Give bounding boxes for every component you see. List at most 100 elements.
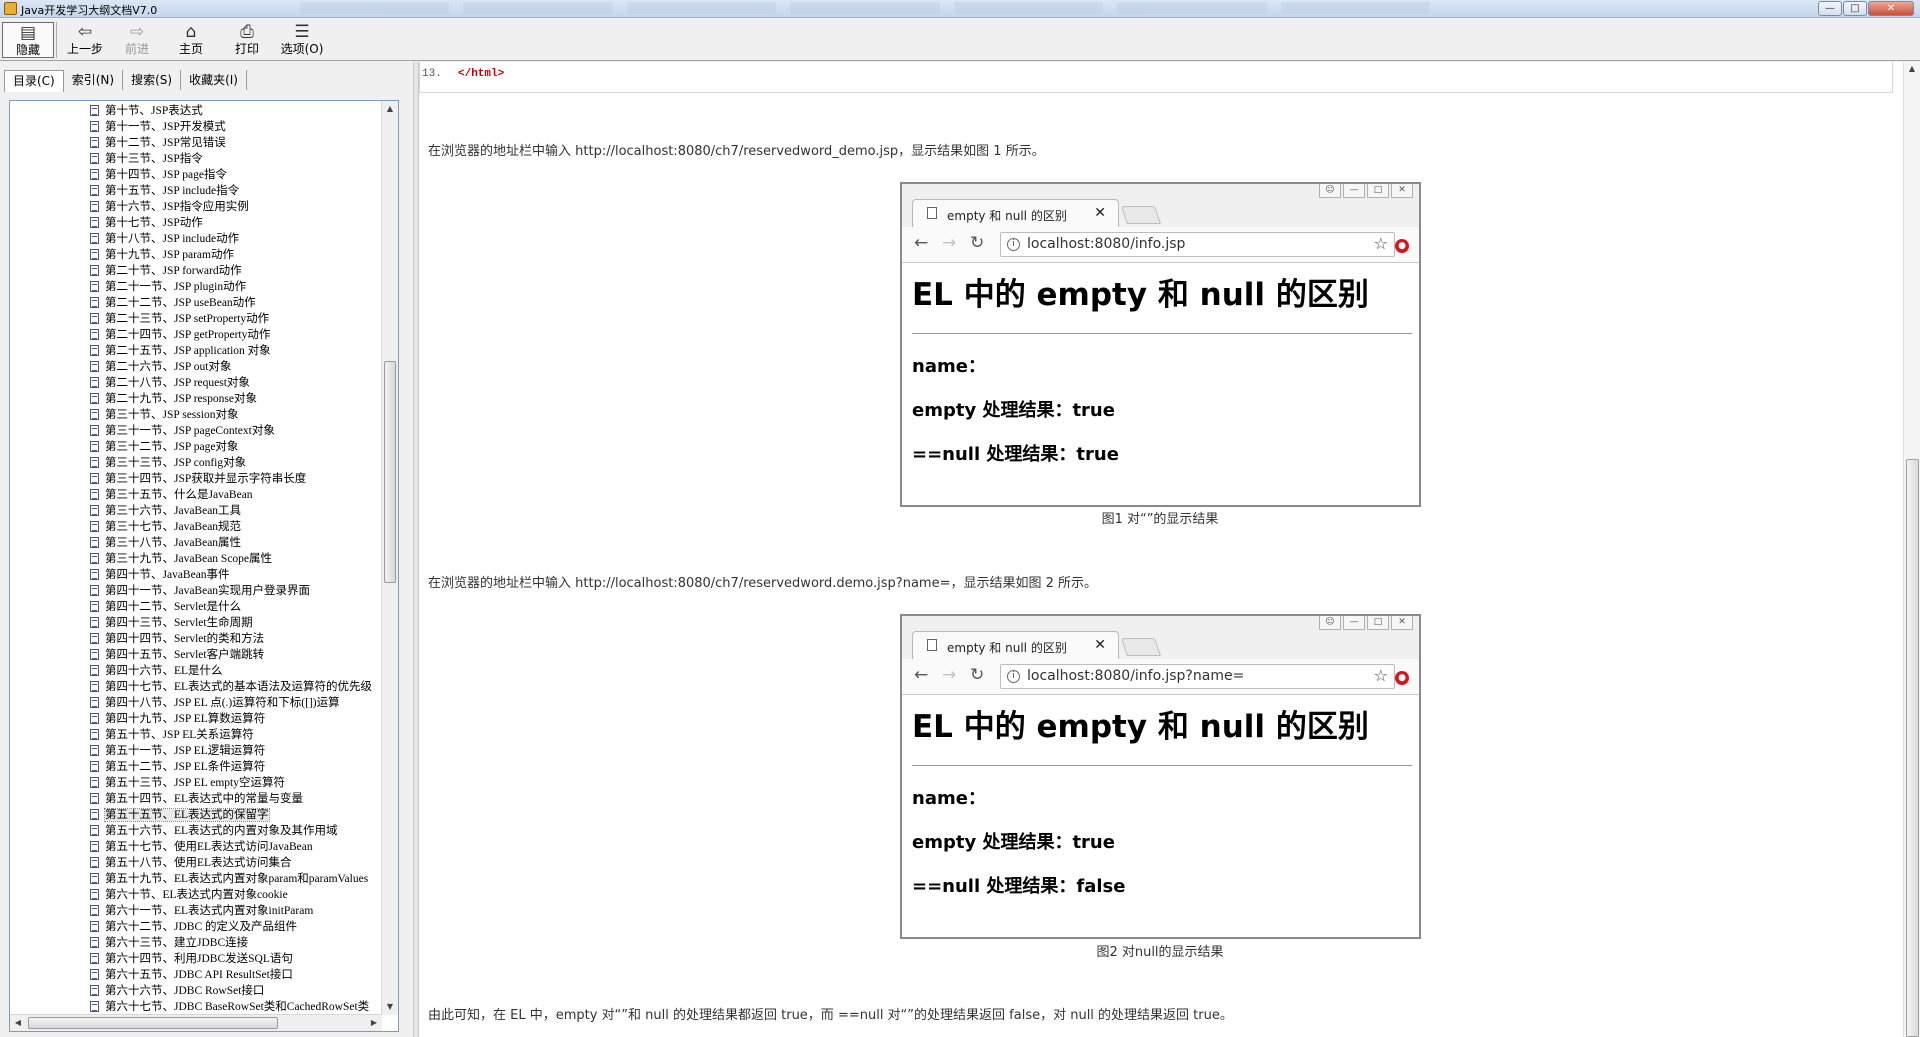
- tree-item[interactable]: 第六十七节、JDBC BaseRowSet类和CachedRowSet类: [90, 999, 390, 1015]
- tab-index[interactable]: 索引(N): [64, 70, 124, 90]
- tree-item[interactable]: 第四十六节、EL是什么: [90, 663, 390, 679]
- scroll-down-arrow-icon[interactable]: ▼: [382, 999, 398, 1015]
- browser-tab: empty 和 null 的区别 ✕: [912, 199, 1119, 227]
- tree-item-label: 第二十四节、JSP getProperty动作: [105, 329, 271, 341]
- tree-item[interactable]: 第六十三节、建立JDBC连接: [90, 935, 390, 951]
- document-icon: [90, 745, 99, 756]
- tree-item[interactable]: 第五十八节、使用EL表达式访问集合: [90, 855, 390, 871]
- tree-item-label: 第五十二节、JSP EL条件运算符: [105, 761, 266, 773]
- tree-item[interactable]: 第六十四节、利用JDBC发送SQL语句: [90, 951, 390, 967]
- back-button[interactable]: ⇦ 上一步: [60, 22, 110, 60]
- document-icon: [90, 761, 99, 772]
- tree-item[interactable]: 第二十一节、JSP plugin动作: [90, 279, 390, 295]
- tree-item[interactable]: 第六十二节、JDBC 的定义及产品组件: [90, 919, 390, 935]
- minimize-button[interactable]: —: [1818, 1, 1842, 16]
- tree-item[interactable]: 第四十一节、JavaBean实现用户登录界面: [90, 583, 390, 599]
- tree-item-label: 第十节、JSP表达式: [105, 105, 203, 117]
- tree-item[interactable]: 第四十七节、EL表达式的基本语法及运算符的优先级: [90, 679, 390, 695]
- tree-item[interactable]: 第五十三节、JSP EL empty空运算符: [90, 775, 390, 791]
- tree-item[interactable]: 第四十二节、Servlet是什么: [90, 599, 390, 615]
- tree-item[interactable]: 第五十七节、使用EL表达式访问JavaBean: [90, 839, 390, 855]
- document-icon: [90, 521, 99, 532]
- address-bar: i localhost:8080/info.jsp ☆: [1000, 232, 1395, 257]
- browser-window-controls: ☺ — □ ✕: [1319, 616, 1413, 630]
- tree-item[interactable]: 第十八节、JSP include动作: [90, 231, 390, 247]
- print-button[interactable]: ⎙ 打印: [222, 22, 272, 60]
- tree-item[interactable]: 第六十节、EL表达式内置对象cookie: [90, 887, 390, 903]
- tree-item[interactable]: 第十二节、JSP常见错误: [90, 135, 390, 151]
- tree-item[interactable]: 第五十四节、EL表达式中的常量与变量: [90, 791, 390, 807]
- scroll-up-arrow-icon[interactable]: ▲: [1904, 64, 1920, 80]
- tree-item[interactable]: 第十四节、JSP page指令: [90, 167, 390, 183]
- tree-item[interactable]: 第十九节、JSP param动作: [90, 247, 390, 263]
- document-icon: [90, 985, 99, 996]
- tree-item[interactable]: 第二十三节、JSP setProperty动作: [90, 311, 390, 327]
- tree-item[interactable]: 第五十五节、EL表达式的保留字: [90, 807, 390, 823]
- tree-item[interactable]: 第三十九节、JavaBean Scope属性: [90, 551, 390, 567]
- tree-item[interactable]: 第五十六节、EL表达式的内置对象及其作用域: [90, 823, 390, 839]
- tree-item[interactable]: 第十三节、JSP指令: [90, 151, 390, 167]
- tree-item-label: 第四十节、JavaBean事件: [105, 569, 230, 581]
- tree-item[interactable]: 第十五节、JSP include指令: [90, 183, 390, 199]
- tree-item-label: 第二十一节、JSP plugin动作: [105, 281, 247, 293]
- tree-item[interactable]: 第二十四节、JSP getProperty动作: [90, 327, 390, 343]
- tree-item[interactable]: 第三十二节、JSP page对象: [90, 439, 390, 455]
- tree-item[interactable]: 第三十三节、JSP config对象: [90, 455, 390, 471]
- document-icon: [90, 969, 99, 980]
- tree-item[interactable]: 第十七节、JSP动作: [90, 215, 390, 231]
- browser-window-controls: ☺ — □ ✕: [1319, 184, 1413, 198]
- scroll-up-arrow-icon[interactable]: ▲: [382, 101, 398, 117]
- tree-item[interactable]: 第六十六节、JDBC RowSet接口: [90, 983, 390, 999]
- user-icon: ☺: [1319, 184, 1341, 198]
- tree-item[interactable]: 第三十五节、什么是JavaBean: [90, 487, 390, 503]
- forward-button[interactable]: ⇨ 前进: [112, 22, 162, 60]
- tree-item[interactable]: 第四十九节、JSP EL算数运算符: [90, 711, 390, 727]
- tree-item[interactable]: 第二十六节、JSP out对象: [90, 359, 390, 375]
- tree-item[interactable]: 第三十六节、JavaBean工具: [90, 503, 390, 519]
- content-vertical-scrollbar[interactable]: ▲: [1903, 62, 1920, 1037]
- tree-item[interactable]: 第四十八节、JSP EL 点(.)运算符和下标([])运算: [90, 695, 390, 711]
- tree-item[interactable]: 第十一节、JSP开发模式: [90, 119, 390, 135]
- tree-hscroll-thumb[interactable]: [28, 1017, 278, 1029]
- home-button[interactable]: ⌂ 主页: [166, 22, 216, 60]
- tree-horizontal-scrollbar[interactable]: ◀ ▶: [10, 1014, 382, 1031]
- tree-item[interactable]: 第十节、JSP表达式: [90, 103, 390, 119]
- tree-item[interactable]: 第三十八节、JavaBean属性: [90, 535, 390, 551]
- tree-item[interactable]: 第六十一节、EL表达式内置对象initParam: [90, 903, 390, 919]
- tree-item[interactable]: 第二十节、JSP forward动作: [90, 263, 390, 279]
- tree-item[interactable]: 第五十节、JSP EL关系运算符: [90, 727, 390, 743]
- tree-item[interactable]: 第二十八节、JSP request对象: [90, 375, 390, 391]
- figure-2-screenshot: ☺ — □ ✕ empty 和 null 的区别 ✕ ← → ↻ i localhos…: [900, 614, 1421, 939]
- tree-item-label: 第三十六节、JavaBean工具: [105, 505, 242, 517]
- tab-search[interactable]: 搜索(S): [123, 70, 182, 90]
- tree-item[interactable]: 第四十五节、Servlet客户端跳转: [90, 647, 390, 663]
- tree-item[interactable]: 第五十一节、JSP EL逻辑运算符: [90, 743, 390, 759]
- tab-favorites[interactable]: 收藏夹(I): [181, 70, 247, 90]
- tree-item[interactable]: 第二十九节、JSP response对象: [90, 391, 390, 407]
- tree-item[interactable]: 第三十四节、JSP获取并显示字符串长度: [90, 471, 390, 487]
- tree-item[interactable]: 第四十三节、Servlet生命周期: [90, 615, 390, 631]
- tree-item[interactable]: 第三十七节、JavaBean规范: [90, 519, 390, 535]
- tree-item[interactable]: 第六十五节、JDBC API ResultSet接口: [90, 967, 390, 983]
- tree-item[interactable]: 第十六节、JSP指令应用实例: [90, 199, 390, 215]
- options-button[interactable]: ☰ 选项(O): [276, 22, 328, 60]
- tree-item[interactable]: 第三十节、JSP session对象: [90, 407, 390, 423]
- tree-item[interactable]: 第五十二节、JSP EL条件运算符: [90, 759, 390, 775]
- tree-item[interactable]: 第二十五节、JSP application 对象: [90, 343, 390, 359]
- hide-button[interactable]: ▤ 隐藏: [2, 22, 54, 58]
- paragraph-1: 在浏览器的地址栏中输入 http://localhost:8080/ch7/re…: [428, 144, 1045, 159]
- tree-item[interactable]: 第四十四节、Servlet的类和方法: [90, 631, 390, 647]
- tree-item[interactable]: 第五十九节、EL表达式内置对象param和paramValues: [90, 871, 390, 887]
- tree-item[interactable]: 第四十节、JavaBean事件: [90, 567, 390, 583]
- scroll-left-arrow-icon[interactable]: ◀: [10, 1015, 26, 1031]
- tree-vertical-scrollbar[interactable]: ▲ ▼: [381, 101, 398, 1015]
- scroll-right-arrow-icon[interactable]: ▶: [366, 1015, 382, 1031]
- printer-icon: ⎙: [240, 22, 254, 42]
- content-scroll-thumb[interactable]: [1906, 459, 1919, 1037]
- maximize-button[interactable]: □: [1843, 1, 1867, 16]
- tree-item[interactable]: 第二十二节、JSP useBean动作: [90, 295, 390, 311]
- tree-scroll-thumb[interactable]: [384, 361, 396, 583]
- tab-contents[interactable]: 目录(C): [4, 70, 64, 92]
- tree-item[interactable]: 第三十一节、JSP pageContext对象: [90, 423, 390, 439]
- close-button[interactable]: ✕: [1868, 1, 1914, 16]
